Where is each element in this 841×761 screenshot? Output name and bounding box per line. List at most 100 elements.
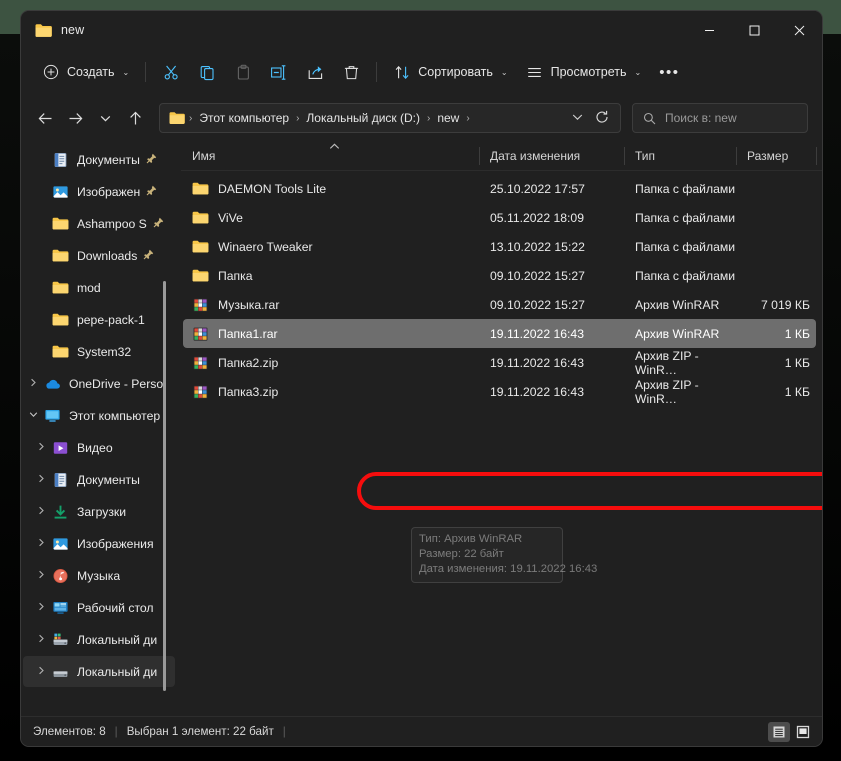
recent-locations-button[interactable]	[91, 104, 119, 132]
sidebar-item-0[interactable]: Документы	[23, 144, 175, 175]
sidebar-item-13[interactable]: Музыка	[23, 560, 175, 591]
up-button[interactable]	[121, 104, 149, 132]
sidebar-item-label: pepe-pack-1	[77, 312, 145, 327]
chevron-right-icon[interactable]	[23, 378, 43, 389]
thispc-icon	[43, 408, 61, 424]
table-row[interactable]: ViVe 05.11.2022 18:09 Папка с файлами	[183, 203, 816, 232]
file-date-cell: 25.10.2022 17:57	[490, 181, 585, 196]
sort-icon	[393, 63, 411, 81]
sidebar-item-label: Изображения	[77, 536, 154, 551]
breadcrumb-separator: ›	[296, 112, 300, 124]
breadcrumb-item-1[interactable]: Локальный диск (D:)	[301, 108, 425, 128]
more-options-button[interactable]: •••	[650, 56, 688, 88]
cut-button[interactable]	[153, 56, 189, 88]
share-icon	[306, 63, 324, 81]
file-date-cell: 19.11.2022 16:43	[490, 384, 584, 399]
sidebar-item-14[interactable]: Рабочий стол	[23, 592, 175, 623]
file-name-label: ViVe	[218, 210, 243, 225]
chevron-down-icon: ⌄	[122, 67, 130, 77]
sidebar-item-label: mod	[77, 280, 101, 295]
pin-icon	[153, 217, 164, 231]
close-button[interactable]	[777, 11, 822, 49]
column-header-name-label: Имя	[192, 148, 216, 163]
chevron-right-icon[interactable]	[31, 666, 51, 677]
address-dropdown-icon[interactable]	[565, 113, 590, 123]
sidebar-item-15[interactable]: Локальный ди	[23, 624, 175, 655]
winrar-icon	[192, 384, 209, 400]
sidebar-scrollbar[interactable]	[163, 281, 166, 691]
table-row[interactable]: Папка 09.10.2022 15:27 Папка с файлами	[183, 261, 816, 290]
file-name-label: DAEMON Tools Lite	[218, 181, 327, 196]
sidebar-item-3[interactable]: Downloads	[23, 240, 175, 271]
table-row[interactable]: DAEMON Tools Lite 25.10.2022 17:57 Папка с…	[183, 174, 816, 203]
address-bar[interactable]: › Этот компьютер › Локальный диск (D:) ›…	[159, 103, 621, 133]
copy-button[interactable]	[189, 56, 225, 88]
sidebar-item-7[interactable]: OneDrive - Perso	[23, 368, 175, 399]
file-type-cell: Папка с файлами	[635, 181, 736, 196]
search-input[interactable]: Поиск в: new	[665, 111, 737, 125]
file-type-cell: Папка с файлами	[635, 210, 736, 225]
details-view-button[interactable]	[768, 721, 790, 742]
sidebar-item-12[interactable]: Изображения	[23, 528, 175, 559]
chevron-down-icon[interactable]	[23, 410, 43, 421]
chevron-right-icon[interactable]	[31, 442, 51, 453]
breadcrumb-item-0[interactable]: Этот компьютер	[194, 108, 294, 128]
documents-icon	[51, 472, 69, 488]
sort-ascending-icon	[329, 142, 340, 152]
column-header-type[interactable]: Тип	[624, 141, 736, 171]
status-separator-2: |	[282, 725, 286, 738]
sysdrive-icon	[51, 632, 69, 648]
sidebar-item-11[interactable]: Загрузки	[23, 496, 175, 527]
table-row[interactable]: Папка2.zip 19.11.2022 16:43 Архив ZIP - Wi…	[183, 348, 816, 377]
chevron-right-icon[interactable]	[31, 634, 51, 645]
breadcrumb-separator: ›	[466, 112, 470, 124]
share-button[interactable]	[297, 56, 333, 88]
search-box[interactable]: Поиск в: new	[632, 103, 808, 133]
new-button[interactable]: Создать ⌄	[33, 56, 138, 88]
view-toggle-group	[768, 721, 814, 742]
sort-button[interactable]: Сортировать ⌄	[384, 56, 516, 88]
file-tooltip: Тип: Архив WinRAR Размер: 22 байт Дата и…	[411, 527, 597, 583]
sidebar-item-4[interactable]: mod	[23, 272, 175, 303]
table-row[interactable]: Папка3.zip 19.11.2022 16:43 Архив ZIP - Wi…	[183, 377, 816, 406]
chevron-right-icon[interactable]	[31, 474, 51, 485]
paste-button[interactable]	[225, 56, 261, 88]
navigation-bar: › Этот компьютер › Локальный диск (D:) ›…	[21, 95, 822, 141]
trash-icon	[342, 63, 360, 81]
chevron-right-icon[interactable]	[31, 538, 51, 549]
chevron-down-icon: ⌄	[634, 67, 642, 77]
file-name-cell: Папка1.rar	[183, 326, 481, 342]
pin-icon	[146, 153, 157, 167]
delete-button[interactable]	[333, 56, 369, 88]
chevron-right-icon[interactable]	[31, 570, 51, 581]
sidebar-item-6[interactable]: System32	[23, 336, 175, 367]
table-row[interactable]: Папка1.rar 19.11.2022 16:43 Архив WinRAR 1 …	[183, 319, 816, 348]
selection-info: Выбран 1 элемент: 22 байт	[126, 725, 274, 738]
large-icons-view-button[interactable]	[792, 722, 814, 742]
table-row[interactable]: Музыка.rar 09.10.2022 15:27 Архив WinRAR 7 …	[183, 290, 816, 319]
column-header-date[interactable]: Дата изменения	[479, 141, 624, 171]
sidebar-item-16[interactable]: Локальный ди	[23, 656, 175, 687]
breadcrumb-item-2[interactable]: new	[432, 108, 464, 128]
sidebar-item-5[interactable]: pepe-pack-1	[23, 304, 175, 335]
view-button-label: Просмотреть	[550, 65, 627, 79]
column-header-size[interactable]: Размер	[736, 141, 816, 171]
sidebar-item-1[interactable]: Изображен	[23, 176, 175, 207]
chevron-right-icon[interactable]	[31, 602, 51, 613]
minimize-button[interactable]	[687, 11, 732, 49]
winrar-icon	[192, 297, 209, 313]
file-size-cell: 7 019 КБ	[761, 297, 810, 312]
sidebar-item-10[interactable]: Документы	[23, 464, 175, 495]
view-button[interactable]: Просмотреть ⌄	[517, 56, 651, 88]
sidebar-item-2[interactable]: Ashampoo S	[23, 208, 175, 239]
forward-button[interactable]	[61, 104, 89, 132]
sidebar-item-8[interactable]: Этот компьютер	[23, 400, 175, 431]
table-row[interactable]: Winaero Tweaker 13.10.2022 15:22 Папка с ф…	[183, 232, 816, 261]
sidebar-item-label: Рабочий стол	[77, 600, 154, 615]
refresh-button[interactable]	[590, 110, 614, 127]
rename-button[interactable]	[261, 56, 297, 88]
chevron-right-icon[interactable]	[31, 506, 51, 517]
sidebar-item-9[interactable]: Видео	[23, 432, 175, 463]
maximize-button[interactable]	[732, 11, 777, 49]
back-button[interactable]	[31, 104, 59, 132]
